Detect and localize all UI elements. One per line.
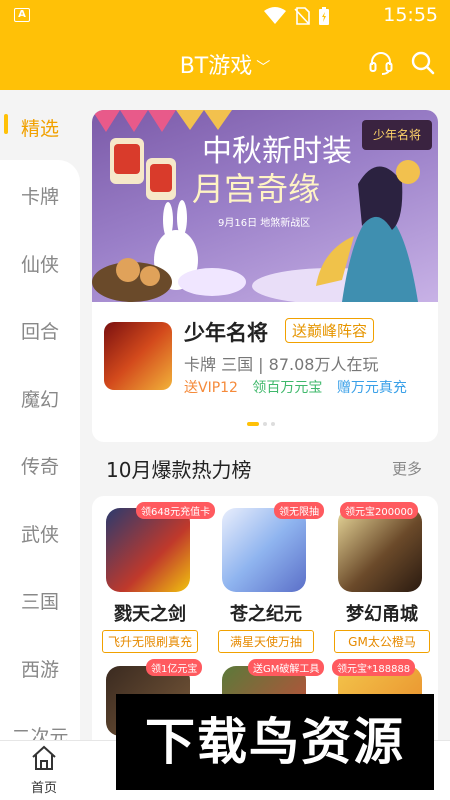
sidebar-item-wuxia[interactable]: 武侠 [0,520,80,547]
no-sim-icon [294,7,310,25]
tab-label: 首页 [30,781,57,796]
promo-banner[interactable]: 中秋新时装 月宫奇缘 9月16日 地煞新战区 少年名将 [92,110,438,302]
game-benefit: 满星天使万抽 [218,630,314,653]
sidebar-item-card[interactable]: 卡牌 [0,182,80,209]
page-title: BT游戏 [179,54,253,79]
carousel-dot[interactable] [247,422,259,426]
game-title[interactable]: 少年名将 [184,317,268,347]
perk-list: 送VIP12 领百万元宝 赠万元真充 [184,377,407,397]
sidebar-item-xianxia[interactable]: 仙侠 [0,250,80,277]
game-meta: 卡牌 三国 | 87.08万人在玩 [184,355,379,374]
featured-card[interactable]: 中秋新时装 月宫奇缘 9月16日 地煞新战区 少年名将 少年名将 送巅峰阵容 卡… [92,110,438,442]
game-icon[interactable] [106,508,190,592]
sidebar-item-legend[interactable]: 传奇 [0,452,80,479]
search-icon[interactable] [410,50,436,76]
game-title: 苍之纪元 [230,604,302,625]
tab-home[interactable]: 首页 [18,745,70,796]
game-benefit: GM太公橙马 [334,630,430,653]
more-link[interactable]: 更多 [392,458,422,479]
reward-badge: 领1亿元宝 [146,659,203,676]
banner-title-line2: 月宫奇缘 [192,170,321,208]
home-icon [32,745,56,770]
banner-subtitle: 9月16日 地煞新战区 [218,218,311,229]
reward-badge: 领648元充值卡 [136,502,216,519]
perk-item: 领百万元宝 [252,380,323,396]
promo-tag: 送巅峰阵容 [285,318,375,343]
perk-item: 赠万元真充 [336,380,407,396]
category-sidebar: 精选 卡牌 仙侠 回合 魔幻 传奇 武侠 三国 西游 二次元 [0,90,80,760]
battery-charging-icon [319,7,329,25]
sidebar-item-three-kingdoms[interactable]: 三国 [0,587,80,614]
app-notification-icon: A [14,8,30,22]
chevron-down-icon: ﹀ [256,60,271,76]
game-title: 戮天之剑 [114,604,186,625]
reward-badge: 领无限抽 [274,502,324,519]
game-title: 梦幻甬城 [346,604,418,625]
top-bar: BT游戏 ﹀ [0,32,450,90]
sidebar-item-fantasy[interactable]: 魔幻 [0,385,80,412]
reward-badge: 领元宝*188888 [332,659,416,676]
game-icon[interactable] [104,322,172,390]
carousel-dot[interactable] [271,422,275,426]
game-benefit: 飞升无限刷真充 [102,630,198,653]
sidebar-item-label: 精选 [20,118,59,140]
perk-item: 送VIP12 [184,380,238,396]
carousel-indicator [247,422,275,426]
reward-badge: 送GM破解工具 [248,659,325,676]
section-title: 10月爆款热力榜 [106,458,252,482]
customer-service-icon[interactable] [368,50,394,76]
game-icon[interactable] [222,508,306,592]
game-logo: 少年名将 [362,120,432,150]
sidebar-item-featured[interactable]: 精选 [0,90,80,160]
watermark: 下载鸟资源 [116,694,434,790]
wifi-icon [264,7,286,24]
carousel-dot[interactable] [263,422,267,426]
sidebar-item-journey-west[interactable]: 西游 [0,655,80,682]
status-bar: A 15:55 [0,0,450,32]
sidebar-item-turn-based[interactable]: 回合 [0,317,80,344]
reward-badge: 领元宝200000 [340,502,419,519]
sidebar-list: 卡牌 仙侠 回合 魔幻 传奇 武侠 三国 西游 二次元 [0,160,80,760]
clock: 15:55 [383,4,438,26]
game-icon[interactable] [338,508,422,592]
